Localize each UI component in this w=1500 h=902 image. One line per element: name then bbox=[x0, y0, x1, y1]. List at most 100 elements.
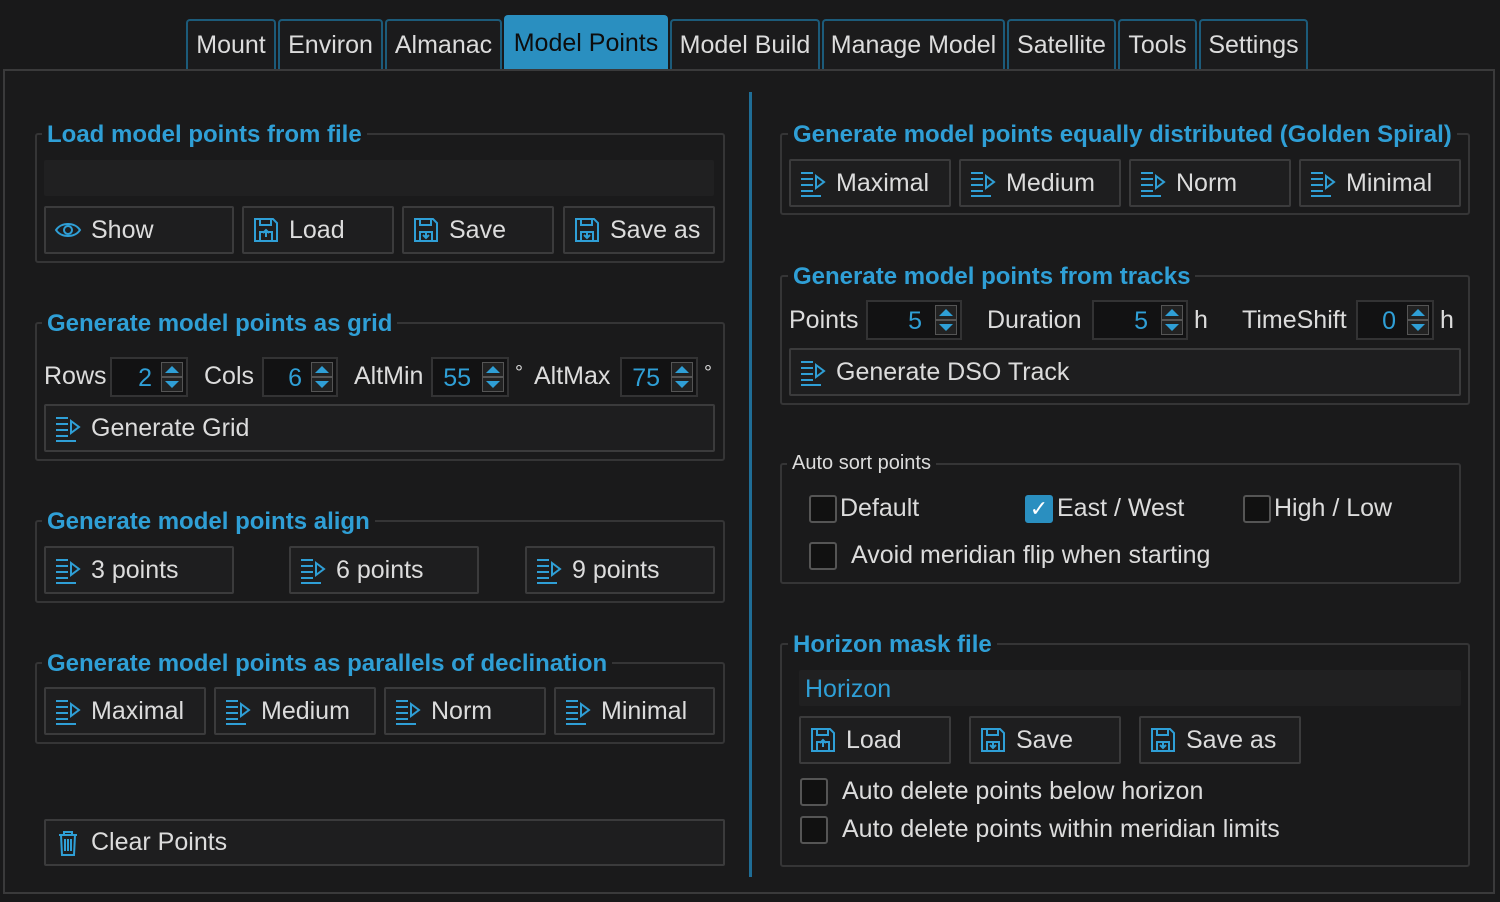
generate-icon bbox=[54, 697, 82, 725]
altmin-label: AltMin bbox=[354, 362, 424, 390]
trash-icon bbox=[54, 829, 82, 857]
generate-icon bbox=[1139, 169, 1167, 197]
generate-grid-button[interactable]: Generate Grid bbox=[44, 404, 715, 452]
align-3-points-button[interactable]: 3 points bbox=[44, 546, 234, 594]
spiral-minimal-button[interactable]: Minimal bbox=[1299, 159, 1461, 207]
generate-icon bbox=[394, 697, 422, 725]
grid-title: Generate model points as grid bbox=[42, 311, 398, 337]
tab-mount[interactable]: Mount bbox=[186, 19, 276, 69]
parallels-title: Generate model points as parallels of de… bbox=[42, 651, 613, 677]
horizon-save-as-button[interactable]: Save as bbox=[1139, 716, 1301, 764]
auto-delete-below-horizon-checkbox[interactable] bbox=[800, 778, 828, 806]
auto-sort-title: Auto sort points bbox=[787, 450, 936, 476]
spin-up-icon[interactable] bbox=[935, 305, 957, 320]
tab-model-points[interactable]: Model Points bbox=[504, 15, 668, 69]
clear-points-button[interactable]: Clear Points bbox=[44, 819, 725, 866]
high-low-label: High / Low bbox=[1274, 494, 1393, 522]
avoid-meridian-flip-checkbox[interactable] bbox=[809, 542, 837, 570]
load-file-title: Load model points from file bbox=[42, 122, 367, 148]
show-button[interactable]: Show bbox=[44, 206, 234, 254]
duration-unit: h bbox=[1194, 306, 1208, 334]
points-spinbox[interactable]: 5 bbox=[866, 300, 962, 340]
tab-model-build[interactable]: Model Build bbox=[670, 19, 820, 69]
spin-up-icon[interactable] bbox=[482, 362, 504, 377]
tab-almanac[interactable]: Almanac bbox=[385, 19, 502, 69]
auto-delete-below-horizon-label: Auto delete points below horizon bbox=[842, 777, 1204, 805]
save-icon bbox=[979, 726, 1007, 754]
generate-icon bbox=[564, 697, 592, 725]
align-6-points-button[interactable]: 6 points bbox=[289, 546, 479, 594]
cols-spinbox[interactable]: 6 bbox=[262, 357, 338, 397]
spin-down-icon[interactable] bbox=[1161, 320, 1183, 335]
generate-icon bbox=[1309, 169, 1337, 197]
east-west-checkbox[interactable]: ✓ bbox=[1025, 495, 1053, 523]
generate-icon bbox=[799, 169, 827, 197]
spin-up-icon[interactable] bbox=[1161, 305, 1183, 320]
save-as-icon bbox=[573, 216, 601, 244]
dec-maximal-button[interactable]: Maximal bbox=[44, 687, 206, 735]
tab-manage-model[interactable]: Manage Model bbox=[822, 19, 1005, 69]
altmin-spinbox[interactable]: 55 bbox=[431, 357, 509, 397]
golden-spiral-title: Generate model points equally distribute… bbox=[788, 122, 1457, 148]
default-checkbox[interactable] bbox=[809, 495, 837, 523]
tab-environ[interactable]: Environ bbox=[278, 19, 383, 69]
spin-down-icon[interactable] bbox=[482, 377, 504, 392]
spin-down-icon[interactable] bbox=[161, 377, 183, 392]
horizon-load-button[interactable]: Load bbox=[799, 716, 951, 764]
save-as-button[interactable]: Save as bbox=[563, 206, 715, 254]
spin-down-icon[interactable] bbox=[311, 377, 333, 392]
tracks-title: Generate model points from tracks bbox=[788, 264, 1196, 290]
spin-down-icon[interactable] bbox=[671, 377, 693, 392]
timeshift-label: TimeShift bbox=[1242, 306, 1347, 334]
horizon-file-name: Horizon bbox=[805, 675, 892, 703]
duration-label: Duration bbox=[987, 306, 1082, 334]
rows-label: Rows bbox=[44, 362, 107, 390]
generate-icon bbox=[299, 556, 327, 584]
duration-spinbox[interactable]: 5 bbox=[1092, 300, 1188, 340]
auto-delete-meridian-label: Auto delete points within meridian limit… bbox=[842, 815, 1280, 843]
spin-down-icon[interactable] bbox=[1407, 320, 1429, 335]
altmin-degree: ° bbox=[515, 362, 523, 384]
horizon-save-button[interactable]: Save bbox=[969, 716, 1121, 764]
altmax-spinbox[interactable]: 75 bbox=[620, 357, 698, 397]
tab-tools[interactable]: Tools bbox=[1118, 19, 1197, 69]
check-icon: ✓ bbox=[1029, 496, 1049, 521]
spiral-medium-button[interactable]: Medium bbox=[959, 159, 1121, 207]
save-as-icon bbox=[1149, 726, 1177, 754]
auto-delete-meridian-checkbox[interactable] bbox=[800, 816, 828, 844]
generate-icon bbox=[54, 556, 82, 584]
horizon-file-field: Horizon bbox=[799, 670, 1461, 706]
spin-up-icon[interactable] bbox=[671, 362, 693, 377]
save-button[interactable]: Save bbox=[402, 206, 554, 254]
points-label: Points bbox=[789, 306, 859, 334]
cols-label: Cols bbox=[204, 362, 255, 390]
tab-satellite[interactable]: Satellite bbox=[1007, 19, 1116, 69]
east-west-label: East / West bbox=[1057, 494, 1185, 522]
dec-medium-button[interactable]: Medium bbox=[214, 687, 376, 735]
spin-up-icon[interactable] bbox=[161, 362, 183, 377]
horizon-title: Horizon mask file bbox=[788, 632, 997, 658]
generate-icon bbox=[54, 414, 82, 442]
tab-settings[interactable]: Settings bbox=[1199, 19, 1308, 69]
timeshift-unit: h bbox=[1440, 306, 1454, 334]
generate-icon bbox=[224, 697, 252, 725]
dec-norm-button[interactable]: Norm bbox=[384, 687, 546, 735]
timeshift-spinbox[interactable]: 0 bbox=[1356, 300, 1434, 340]
load-icon bbox=[809, 726, 837, 754]
spiral-norm-button[interactable]: Norm bbox=[1129, 159, 1291, 207]
high-low-checkbox[interactable] bbox=[1243, 495, 1271, 523]
spin-down-icon[interactable] bbox=[935, 320, 957, 335]
spiral-maximal-button[interactable]: Maximal bbox=[789, 159, 951, 207]
spin-up-icon[interactable] bbox=[311, 362, 333, 377]
rows-spinbox[interactable]: 2 bbox=[110, 357, 188, 397]
generate-icon bbox=[535, 556, 563, 584]
dec-minimal-button[interactable]: Minimal bbox=[554, 687, 715, 735]
generate-icon bbox=[799, 358, 827, 386]
generate-dso-track-button[interactable]: Generate DSO Track bbox=[789, 348, 1461, 396]
spin-up-icon[interactable] bbox=[1407, 305, 1429, 320]
eye-icon bbox=[54, 216, 82, 244]
load-icon bbox=[252, 216, 280, 244]
align-9-points-button[interactable]: 9 points bbox=[525, 546, 715, 594]
load-button[interactable]: Load bbox=[242, 206, 394, 254]
save-icon bbox=[412, 216, 440, 244]
